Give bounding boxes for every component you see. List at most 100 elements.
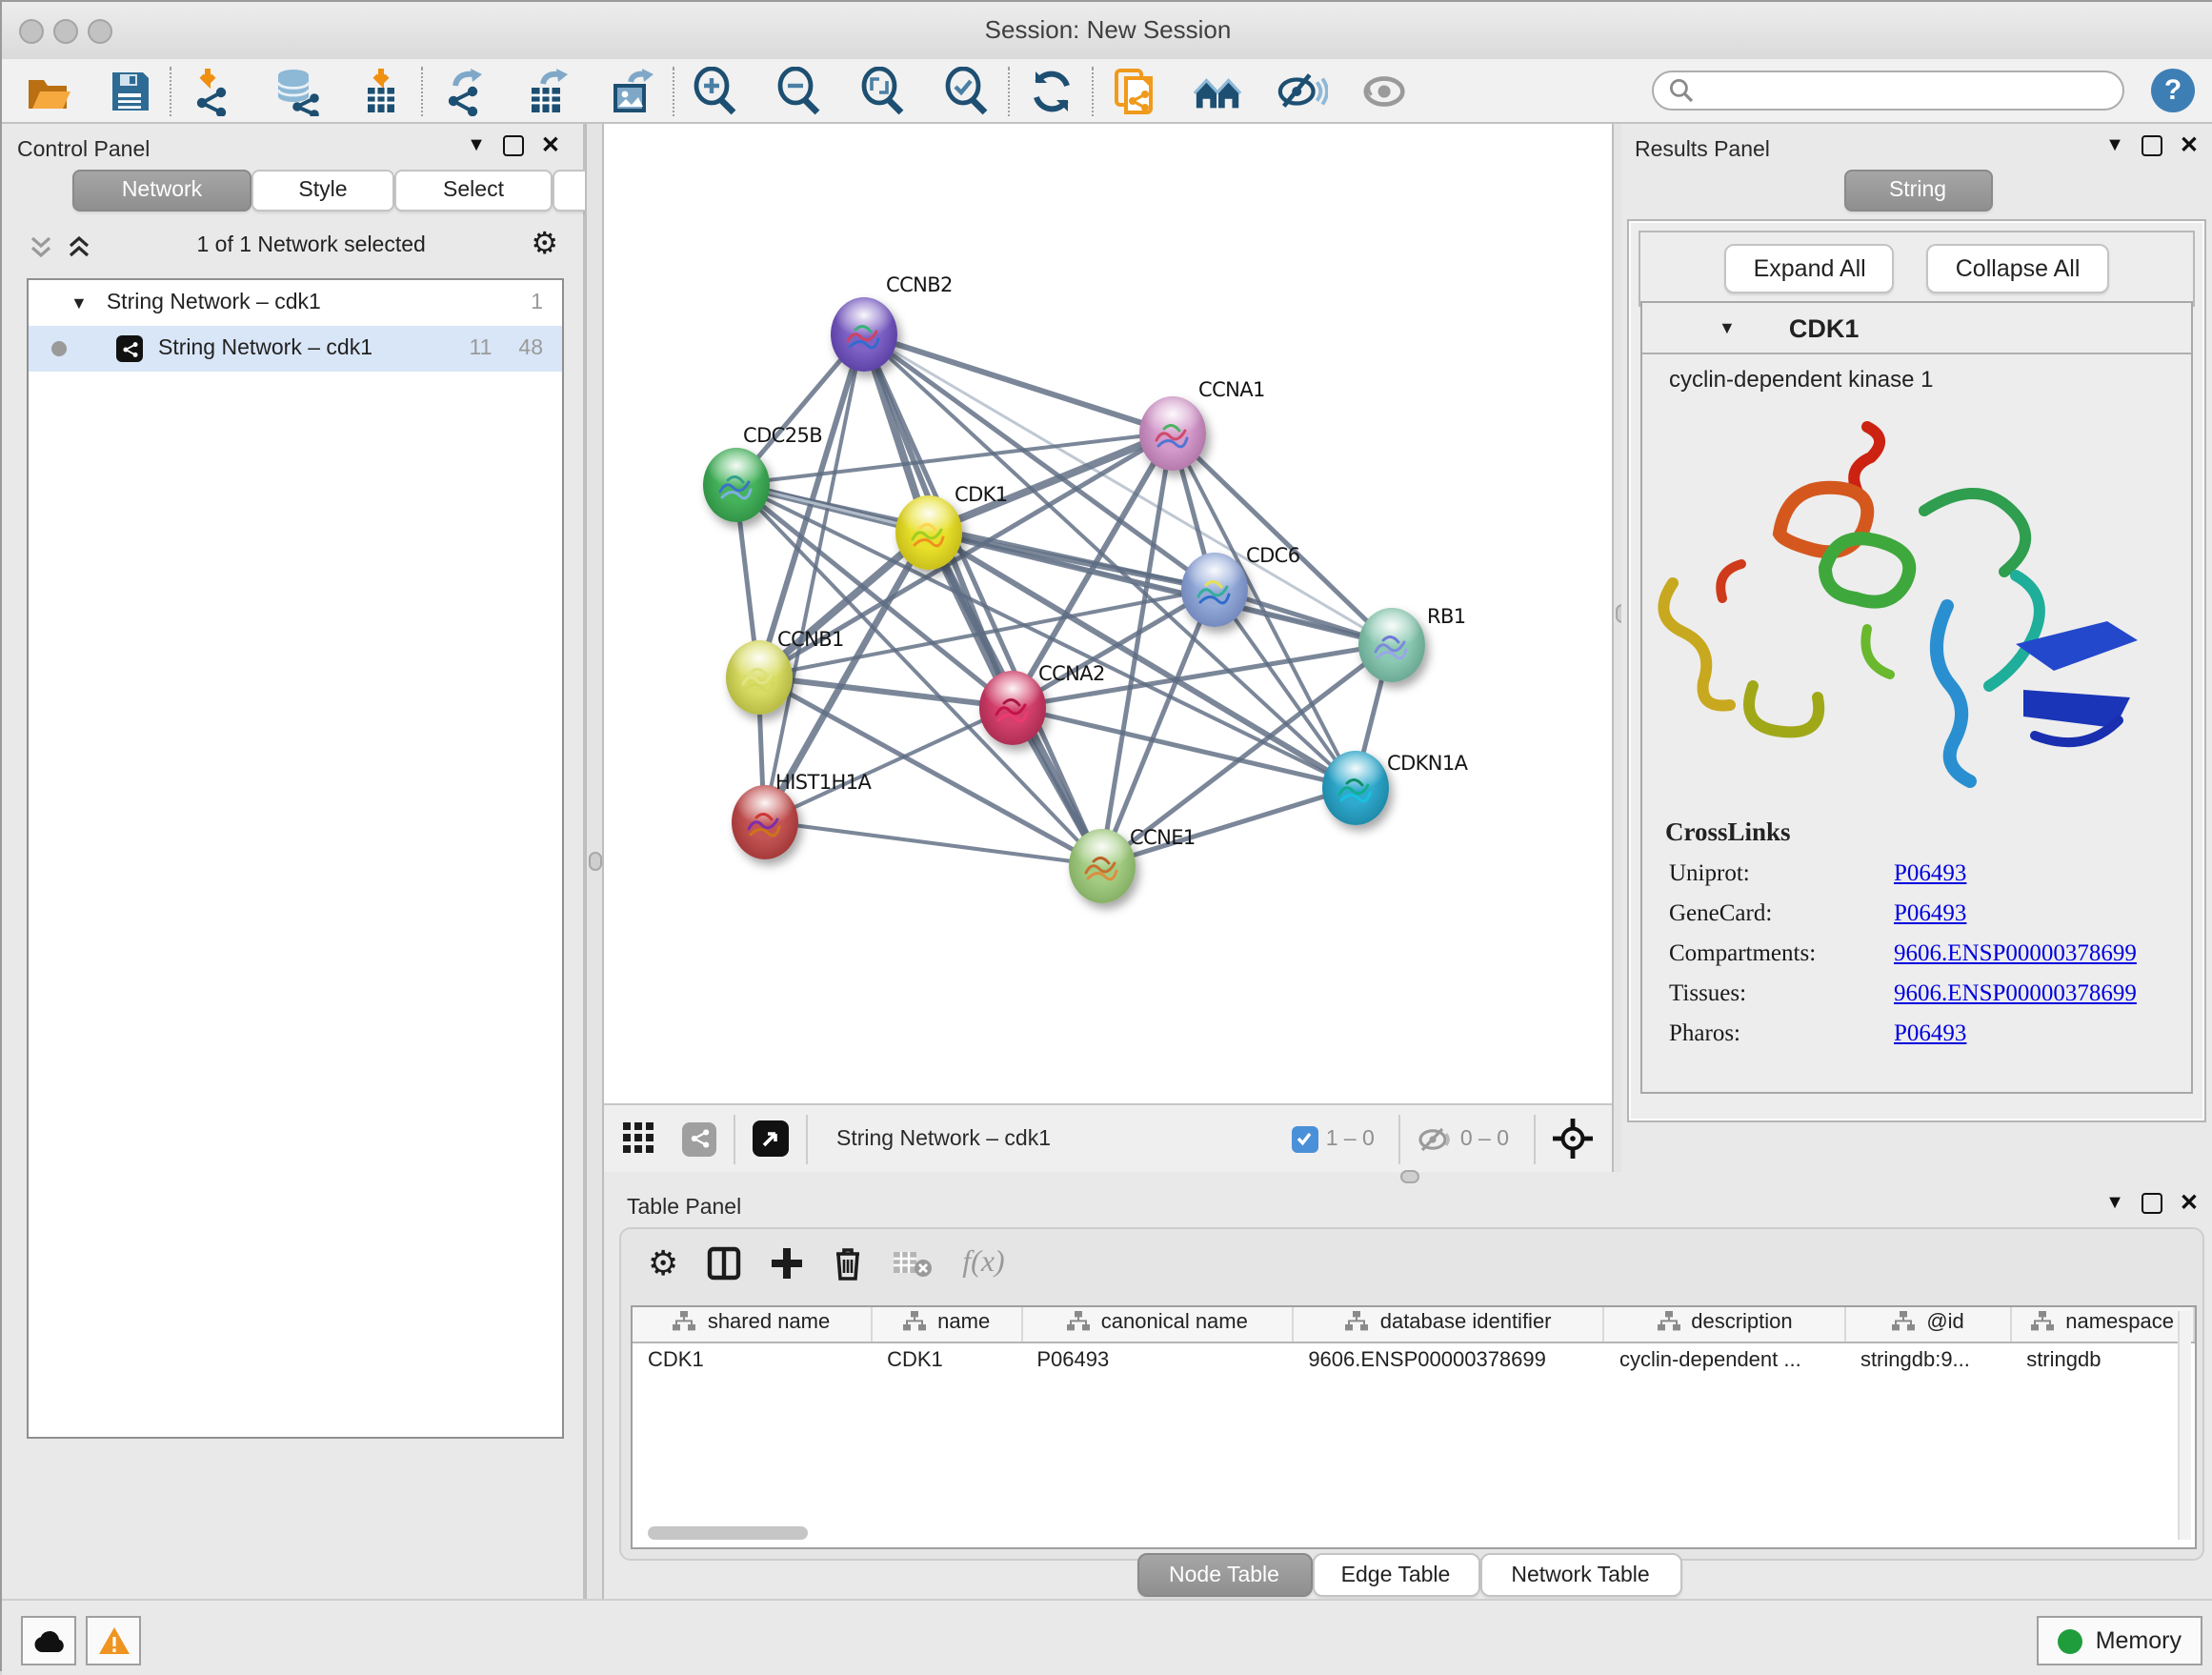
selected-checkbox-icon[interactable] — [1292, 1125, 1318, 1152]
crosslink-uniprot-link[interactable]: P06493 — [1894, 859, 1966, 888]
network-node-hist1h1a[interactable] — [731, 784, 797, 858]
network-edge[interactable] — [764, 821, 1101, 865]
table-horizontal-scrollbar[interactable] — [648, 1526, 808, 1540]
zoom-selected-icon[interactable] — [941, 65, 993, 116]
hide-selected-icon[interactable] — [1277, 65, 1328, 116]
crosslink-tissues-link[interactable]: 9606.ENSP00000378699 — [1894, 979, 2137, 1008]
table-cell[interactable]: CDK1 — [633, 1342, 872, 1378]
tab-style[interactable]: Style — [251, 170, 394, 212]
network-options-gear-icon[interactable]: ⚙ — [531, 231, 558, 261]
export-table-icon[interactable] — [522, 65, 573, 116]
search-input[interactable] — [1652, 71, 2124, 111]
column-header-canonical-name[interactable]: canonical name — [1021, 1307, 1293, 1342]
network-node-ccnb2[interactable] — [830, 296, 896, 371]
column-header-description[interactable]: description — [1604, 1307, 1845, 1342]
delete-table-icon[interactable] — [892, 1248, 934, 1279]
column-header-database-identifier[interactable]: database identifier — [1293, 1307, 1604, 1342]
export-image-icon[interactable] — [606, 65, 657, 116]
tab-select[interactable]: Select — [394, 170, 553, 212]
table-cell[interactable]: stringdb — [2011, 1342, 2194, 1378]
show-all-icon[interactable] — [1360, 65, 1412, 116]
home-networks-icon[interactable] — [1193, 65, 1244, 116]
network-node-ccne1[interactable] — [1068, 828, 1135, 902]
column-header-name[interactable]: name — [872, 1307, 1021, 1342]
network-edge[interactable] — [863, 333, 1101, 865]
fit-selected-crosshair-icon[interactable] — [1553, 1119, 1593, 1159]
tab-node-table[interactable]: Node Table — [1136, 1553, 1312, 1597]
gene-collapse-triangle-icon[interactable]: ▼ — [1719, 318, 1736, 337]
undock-panel-icon[interactable] — [2142, 1192, 2162, 1213]
collection-expand-triangle-icon[interactable]: ▼ — [70, 293, 88, 313]
zoom-in-icon[interactable] — [690, 65, 741, 116]
float-panel-icon[interactable]: ▼ — [2105, 1192, 2124, 1213]
birds-eye-view-icon[interactable] — [753, 1120, 789, 1157]
clone-network-icon[interactable] — [1109, 65, 1160, 116]
network-canvas[interactable]: CCNB2CCNA1CDC25BCDK1CDC6RB1CCNB1CCNA2CDK… — [604, 124, 1612, 1103]
crosslink-compartments-link[interactable]: 9606.ENSP00000378699 — [1894, 939, 2137, 968]
import-network-icon[interactable] — [187, 65, 238, 116]
gene-section-header[interactable]: ▼ CDK1 — [1642, 303, 2191, 353]
save-session-icon[interactable] — [103, 65, 154, 116]
network-edge[interactable] — [863, 333, 1172, 433]
table-vertical-scrollbar[interactable] — [2178, 1311, 2191, 1540]
column-header--id[interactable]: @id — [1845, 1307, 2011, 1342]
collapse-all-button[interactable]: Collapse All — [1927, 244, 2109, 293]
function-builder-icon[interactable]: f(x) — [962, 1246, 1004, 1281]
tab-network[interactable]: Network — [72, 170, 251, 212]
expand-all-button[interactable]: Expand All — [1725, 244, 1895, 293]
open-session-icon[interactable] — [21, 65, 72, 116]
close-panel-icon[interactable]: ✕ — [2180, 1189, 2199, 1216]
float-panel-icon[interactable]: ▼ — [467, 134, 486, 155]
import-network-from-database-icon[interactable] — [271, 65, 322, 116]
delete-column-icon[interactable] — [833, 1246, 863, 1281]
network-edge[interactable] — [758, 676, 1012, 707]
network-node-cdc25b[interactable] — [702, 447, 769, 521]
tab-string[interactable]: String — [1843, 170, 1992, 212]
left-splitter[interactable] — [585, 124, 604, 1599]
network-node-rb1[interactable] — [1357, 607, 1424, 681]
close-panel-icon[interactable]: ✕ — [2180, 131, 2199, 158]
tab-edge-table[interactable]: Edge Table — [1312, 1553, 1479, 1597]
table-row[interactable]: CDK1CDK1P064939606.ENSP00000378699cyclin… — [633, 1342, 2194, 1378]
tab-network-table[interactable]: Network Table — [1479, 1553, 1681, 1597]
show-columns-icon[interactable] — [707, 1246, 741, 1281]
table-options-gear-icon[interactable]: ⚙ — [648, 1246, 678, 1281]
grid-view-icon[interactable] — [623, 1122, 655, 1155]
network-node-ccna1[interactable] — [1138, 395, 1205, 470]
network-row-selected[interactable]: String Network – cdk1 11 48 — [29, 326, 562, 372]
network-node-ccna2[interactable] — [978, 670, 1045, 744]
table-cell[interactable]: CDK1 — [872, 1342, 1021, 1378]
add-column-icon[interactable] — [770, 1246, 804, 1281]
table-cell[interactable]: P06493 — [1021, 1342, 1293, 1378]
crosslink-pharos-link[interactable]: P06493 — [1894, 1019, 1966, 1048]
memory-button[interactable]: Memory — [2037, 1616, 2202, 1665]
refresh-icon[interactable] — [1025, 65, 1076, 116]
network-collection-row[interactable]: ▼ String Network – cdk1 1 — [29, 280, 562, 326]
hidden-eye-slash-icon[interactable] — [1418, 1125, 1453, 1152]
left-splitter-grip[interactable] — [589, 852, 602, 871]
collapse-all-networks-icon[interactable] — [29, 233, 53, 258]
help-button[interactable]: ? — [2151, 69, 2195, 112]
network-edge[interactable] — [1101, 787, 1355, 865]
network-share-view-icon[interactable] — [682, 1121, 716, 1156]
column-header-shared-name[interactable]: shared name — [633, 1307, 872, 1342]
network-node-cdkn1a[interactable] — [1321, 750, 1388, 824]
crosslink-genecard-link[interactable]: P06493 — [1894, 899, 1966, 928]
network-edge[interactable] — [863, 333, 1391, 644]
network-edge[interactable] — [764, 707, 1012, 821]
table-cell[interactable]: stringdb:9... — [1845, 1342, 2011, 1378]
cloud-button[interactable] — [21, 1616, 76, 1665]
export-network-icon[interactable] — [438, 65, 490, 116]
close-panel-icon[interactable]: ✕ — [541, 131, 560, 158]
float-panel-icon[interactable]: ▼ — [2105, 134, 2124, 155]
warnings-button[interactable] — [86, 1616, 141, 1665]
horizontal-splitter-grip[interactable] — [1400, 1170, 1419, 1183]
table-cell[interactable]: cyclin-dependent ... — [1604, 1342, 1845, 1378]
undock-panel-icon[interactable] — [2142, 134, 2162, 155]
network-node-cdk1[interactable] — [895, 494, 961, 569]
import-table-icon[interactable] — [354, 65, 406, 116]
expand-all-networks-icon[interactable] — [67, 233, 91, 258]
zoom-out-icon[interactable] — [774, 65, 825, 116]
zoom-fit-icon[interactable] — [857, 65, 909, 116]
table-cell[interactable]: 9606.ENSP00000378699 — [1293, 1342, 1604, 1378]
